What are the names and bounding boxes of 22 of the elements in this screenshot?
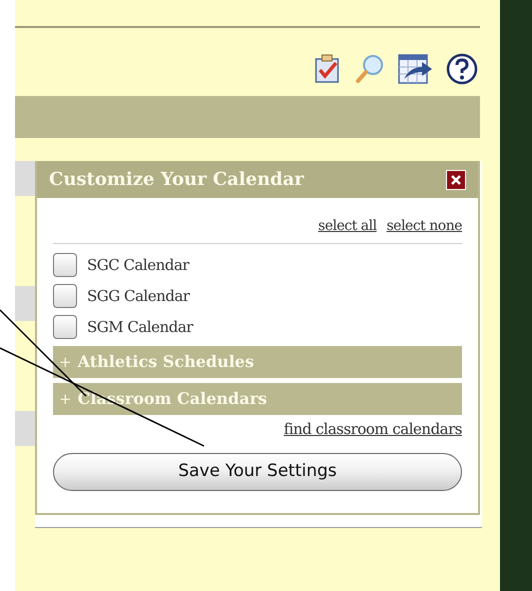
close-icon (450, 174, 462, 186)
calendar-label: SGC Calendar (87, 254, 189, 276)
tab-stub (15, 286, 35, 321)
save-button[interactable]: Save Your Settings (53, 452, 462, 490)
calendar-arrow-icon[interactable] (398, 53, 434, 85)
checkbox[interactable] (53, 253, 77, 277)
checkbox[interactable] (53, 315, 77, 339)
section-label: Athletics Schedules (78, 351, 254, 373)
checkbox[interactable] (53, 284, 77, 308)
close-button[interactable] (446, 170, 466, 190)
calendar-label: SGG Calendar (87, 286, 190, 307)
help-icon[interactable] (446, 53, 478, 85)
expand-marker: + (59, 388, 72, 410)
tab-stub (15, 161, 35, 196)
select-link[interactable]: select none (386, 216, 462, 237)
calendar-label: SGM Calendar (87, 316, 193, 338)
select-link[interactable]: select all (318, 216, 377, 237)
tab-stub (15, 411, 35, 446)
expand-marker: + (59, 352, 72, 373)
find-link[interactable]: find classroom calendars (284, 418, 462, 440)
clipboard-check-icon[interactable] (314, 54, 342, 84)
panel-title: Customize Your Calendar (49, 168, 304, 192)
